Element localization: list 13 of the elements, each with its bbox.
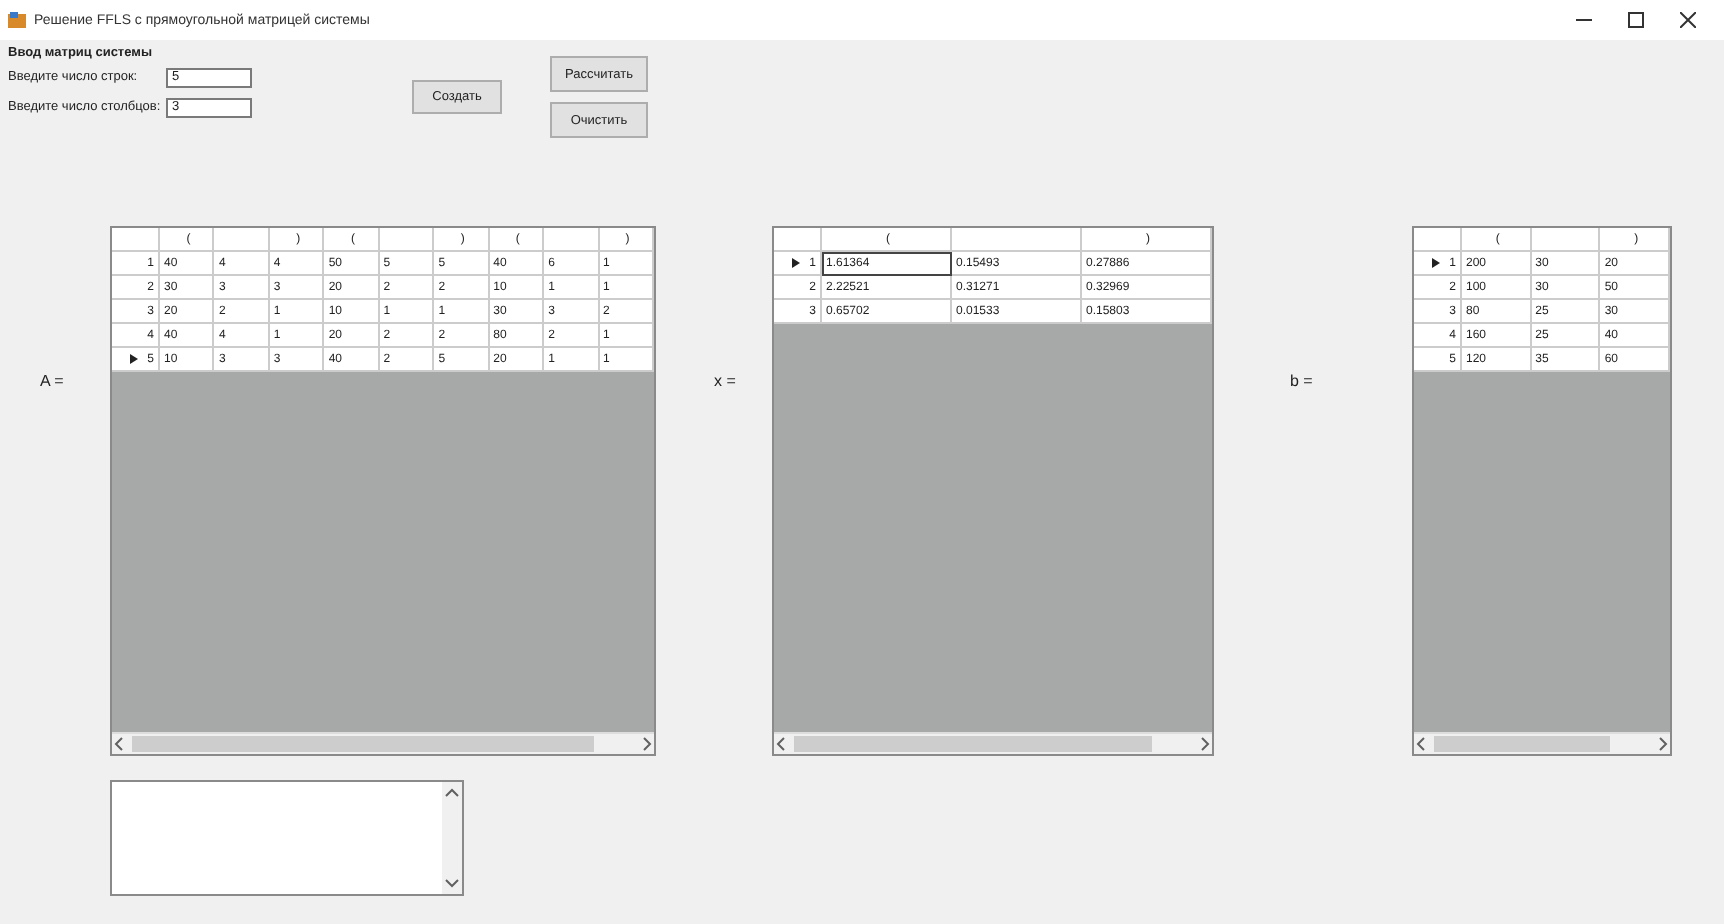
app-icon: [8, 12, 26, 28]
maximize-icon[interactable]: [1628, 12, 1644, 28]
current-row-icon: [129, 354, 138, 364]
horizontal-scrollbar[interactable]: [112, 732, 654, 754]
horizontal-scrollbar[interactable]: [774, 732, 1212, 754]
matrix-label: x =: [714, 370, 738, 394]
current-row-icon: [1431, 258, 1440, 268]
matrix-label: A =: [40, 370, 66, 394]
close-icon[interactable]: [1680, 12, 1696, 28]
matrix-label: b =: [1290, 370, 1315, 394]
current-row-icon: [791, 258, 800, 268]
horizontal-scrollbar[interactable]: [1414, 732, 1670, 754]
output-field[interactable]: [110, 780, 464, 896]
